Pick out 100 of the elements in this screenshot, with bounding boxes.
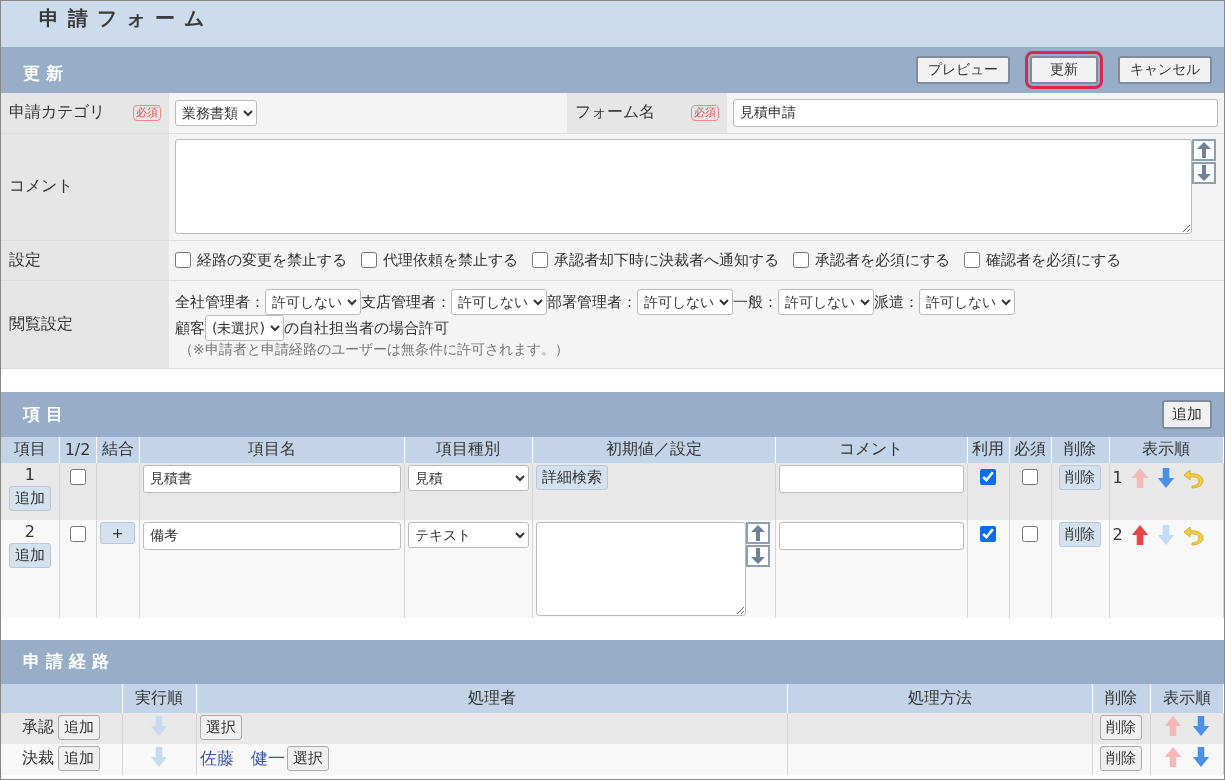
arrow-down-icon[interactable] xyxy=(1191,745,1210,768)
delete-button[interactable]: 削除 xyxy=(1100,714,1142,740)
select-button[interactable]: 選択 xyxy=(199,714,242,740)
column-header: 表示順 xyxy=(1162,687,1211,707)
add-button[interactable]: 追加 xyxy=(1162,399,1212,429)
note-text: （※申請者と申請経路のユーザーは無条件に許可されます。） xyxy=(178,341,570,359)
processor-link[interactable]: 佐藤 健一 xyxy=(199,746,285,770)
checkbox[interactable] xyxy=(793,252,809,268)
column-header: 処理者 xyxy=(467,687,516,707)
required-badge: 必須 xyxy=(133,104,161,121)
step-label: 承認 xyxy=(22,716,55,738)
column-header: 項目種別 xyxy=(436,439,500,458)
select-button[interactable]: 選択 xyxy=(286,745,329,771)
column-header: 初期値／設定 xyxy=(605,439,702,458)
field-label: 閲覧設定 xyxy=(9,313,73,333)
permission-select[interactable]: 許可しない xyxy=(637,289,733,315)
section-title: 申請経路 xyxy=(23,650,115,673)
arrow-down-icon[interactable] xyxy=(1156,466,1175,489)
category-select[interactable]: 業務書類 xyxy=(175,99,257,126)
item-number: 2 xyxy=(24,521,35,541)
role-label: 部署管理者： xyxy=(547,292,637,312)
order-number: 1 xyxy=(1112,468,1123,487)
column-header: 1/2 xyxy=(64,440,91,459)
default-value-field[interactable] xyxy=(535,521,746,616)
checkbox[interactable] xyxy=(964,252,980,268)
checkbox-label: 経路の変更を禁止する xyxy=(197,250,347,270)
column-header: 表示順 xyxy=(1142,439,1191,458)
role-label: 一般： xyxy=(733,292,778,312)
move-up-button[interactable] xyxy=(1192,139,1216,161)
permission-select[interactable]: 許可しない xyxy=(265,289,361,315)
required-badge: 必須 xyxy=(691,104,719,121)
add-button[interactable]: 追加 xyxy=(8,485,51,511)
comment-field[interactable] xyxy=(175,139,1192,234)
field-label: 設定 xyxy=(9,249,41,269)
column-header: 削除 xyxy=(1105,687,1137,707)
section-title: 更新 xyxy=(23,61,69,85)
checkbox-label: 承認者却下時に決裁者へ通知する xyxy=(554,250,779,270)
checkbox[interactable] xyxy=(980,525,996,542)
arrow-up-icon xyxy=(750,524,765,541)
column-header: 実行順 xyxy=(135,687,183,707)
move-down-button[interactable] xyxy=(1192,162,1216,184)
move-up-button[interactable] xyxy=(745,521,770,544)
checkbox[interactable] xyxy=(69,525,86,542)
delete-button[interactable]: 削除 xyxy=(1059,464,1101,490)
comment-field[interactable] xyxy=(778,464,964,493)
item-type-select[interactable]: テキスト xyxy=(407,521,529,548)
section-title: 項目 xyxy=(23,402,69,426)
join-button[interactable]: + xyxy=(100,521,135,544)
checkbox[interactable] xyxy=(69,468,86,485)
header-button[interactable]: キャンセル xyxy=(1118,56,1212,84)
permission-select[interactable]: 許可しない xyxy=(778,289,874,315)
add-button[interactable]: 追加 xyxy=(58,745,101,771)
arrow-down-icon xyxy=(750,547,765,564)
arrow-down-icon[interactable] xyxy=(1191,714,1210,737)
arrow-down-icon xyxy=(1197,165,1211,181)
delete-button[interactable]: 削除 xyxy=(1100,745,1142,771)
checkbox-label: 代理依頼を禁止する xyxy=(383,250,518,270)
column-header: 項目 xyxy=(13,439,46,458)
column-header: 処理方法 xyxy=(907,687,972,707)
column-header: 結合 xyxy=(101,439,134,458)
checkbox[interactable] xyxy=(1022,468,1038,485)
column-header: 項目名 xyxy=(247,439,296,458)
column-header: 利用 xyxy=(972,439,1004,458)
field-label: フォーム名 xyxy=(575,102,655,124)
item-name-field[interactable]: 備考 xyxy=(142,521,401,550)
checkbox-label: 承認者を必須にする xyxy=(815,250,950,270)
item-name-field[interactable]: 見積書 xyxy=(142,464,401,493)
page-title: 申請フォーム xyxy=(39,5,213,32)
role-label: 支店管理者： xyxy=(361,292,451,312)
permission-text: の自社担当者の場合許可 xyxy=(284,318,449,338)
checkbox-label: 確認者を必須にする xyxy=(986,250,1121,270)
item-number: 1 xyxy=(24,464,35,484)
arrow-up-icon[interactable] xyxy=(1130,523,1149,546)
field-label: コメント xyxy=(9,176,73,195)
checkbox[interactable] xyxy=(175,252,191,268)
role-label: 全社管理者： xyxy=(175,292,265,312)
move-down-button[interactable] xyxy=(745,544,770,567)
arrow-up-icon xyxy=(1197,142,1211,158)
detail-search-button[interactable]: 詳細検索 xyxy=(535,464,608,490)
checkbox[interactable] xyxy=(980,468,996,485)
checkbox[interactable] xyxy=(1022,525,1038,542)
role-label: 派遣： xyxy=(874,292,919,312)
permission-select[interactable]: 許可しない xyxy=(919,289,1015,315)
customer-select[interactable]: (未選択) xyxy=(205,315,284,341)
permission-select[interactable]: 許可しない xyxy=(451,289,547,315)
add-button[interactable]: 追加 xyxy=(8,542,51,568)
checkbox[interactable] xyxy=(532,252,548,268)
checkbox[interactable] xyxy=(361,252,377,268)
comment-field[interactable] xyxy=(778,521,964,550)
item-type-select[interactable]: 見積 xyxy=(407,464,529,491)
column-header: 必須 xyxy=(1014,439,1046,458)
step-label: 決裁 xyxy=(22,747,55,769)
order-number: 2 xyxy=(1112,525,1123,544)
column-header: コメント xyxy=(839,439,903,458)
form-name-field[interactable]: 見積申請 xyxy=(733,98,1218,127)
header-button[interactable]: プレビュー xyxy=(916,56,1010,84)
delete-button[interactable]: 削除 xyxy=(1059,521,1101,547)
add-button[interactable]: 追加 xyxy=(58,714,101,740)
field-label: 申請カテゴリ xyxy=(9,102,105,124)
role-label: 顧客 xyxy=(175,318,205,338)
